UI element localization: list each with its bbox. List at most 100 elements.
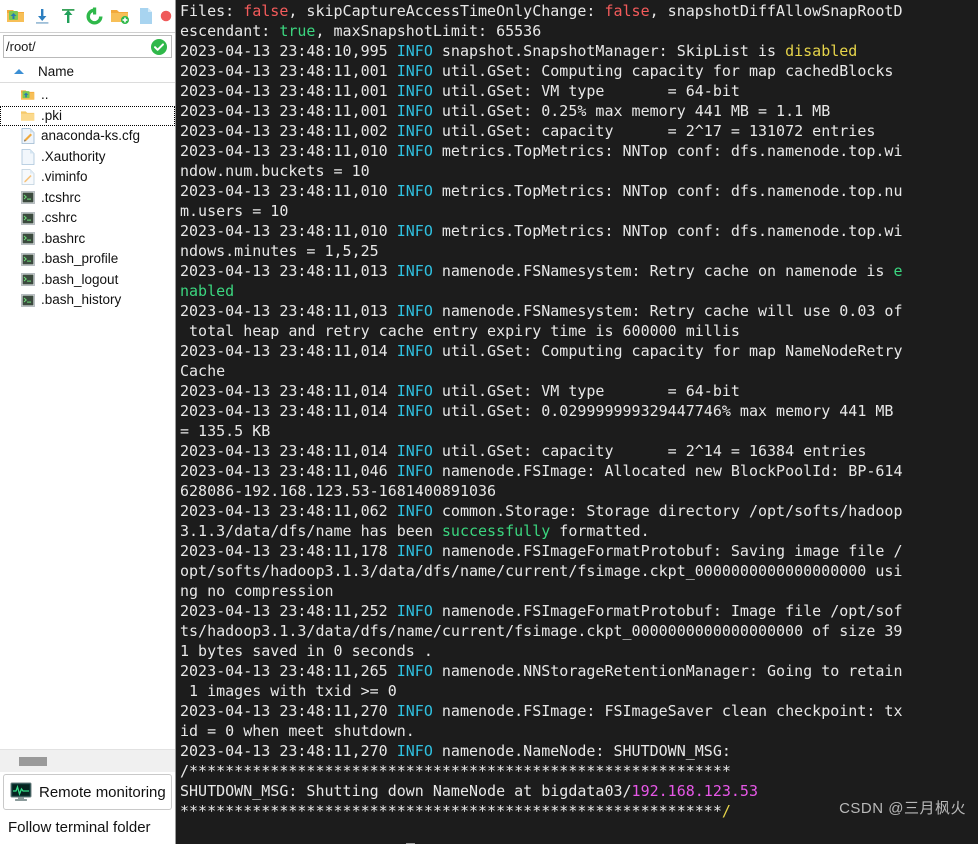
terminal-line: /***************************************…: [180, 761, 978, 781]
terminal-text: INFO: [396, 402, 433, 420]
file-list-item[interactable]: anaconda-ks.cfg: [0, 126, 175, 147]
terminal-text: INFO: [396, 342, 433, 360]
terminal-line: 2023-04-13 23:48:11,014 INFO util.GSet: …: [180, 441, 978, 461]
terminal-text: INFO: [396, 742, 433, 760]
terminal-text: 2023-04-13 23:48:11,270: [180, 742, 397, 760]
terminal-line: 2023-04-13 23:48:10,995 INFO snapshot.Sn…: [180, 41, 978, 61]
terminal-text: namenode.FSImageFormatProtobuf: Saving i…: [432, 542, 903, 560]
file-list-item[interactable]: .bashrc: [0, 229, 175, 250]
terminal-text: INFO: [396, 442, 433, 460]
file-list-item-label: .bash_profile: [41, 251, 119, 267]
remote-monitoring-button[interactable]: Remote monitoring: [3, 774, 172, 810]
new-folder-icon[interactable]: [108, 4, 132, 28]
terminal-text: namenode.FSImage: FSImageSaver clean che…: [432, 702, 903, 720]
follow-terminal-folder-button[interactable]: Follow terminal folder: [0, 810, 175, 844]
new-file-icon[interactable]: [134, 4, 158, 28]
refresh-icon[interactable]: [82, 4, 106, 28]
file-list-item[interactable]: .bash_history: [0, 290, 175, 311]
terminal-text: 2023-04-13 23:48:11,014: [180, 382, 397, 400]
parent-folder-icon[interactable]: [4, 4, 28, 28]
file-list-item-label: .viminfo: [41, 169, 88, 185]
terminal-text: INFO: [396, 62, 433, 80]
file-list-item[interactable]: .pki: [0, 105, 175, 126]
terminal-text: 2023-04-13 23:48:11,010: [180, 222, 397, 240]
terminal-text: metrics.TopMetrics: NNTop conf: dfs.name…: [432, 182, 903, 200]
sidebar-footer: Remote monitoring Follow terminal folder: [0, 772, 175, 844]
file-list-item[interactable]: .Xauthority: [0, 147, 175, 168]
terminal-text: util.GSet: 0.25% max memory 441 MB = 1.1…: [432, 102, 831, 120]
file-list-item[interactable]: .cshrc: [0, 208, 175, 229]
terminal-text: , skipCaptureAccessTimeOnlyChange:: [288, 2, 605, 20]
terminal-text: INFO: [396, 302, 433, 320]
terminal-line: Cache: [180, 361, 978, 381]
file-list-item-label: .cshrc: [41, 210, 78, 226]
file-list-item[interactable]: .bash_profile: [0, 249, 175, 270]
file-list-item[interactable]: .bash_logout: [0, 270, 175, 291]
terminal-top-edge: [316, 0, 876, 3]
terminal-text: 2023-04-13 23:48:11,046: [180, 462, 397, 480]
terminal-line: 2023-04-13 23:48:11,252 INFO namenode.FS…: [180, 601, 978, 621]
terminal-text: INFO: [396, 662, 433, 680]
terminal-text: escendant:: [180, 22, 280, 40]
terminal-line: 2023-04-13 23:48:11,014 INFO util.GSet: …: [180, 381, 978, 401]
script-file-icon: [20, 272, 36, 288]
terminal-text: INFO: [396, 82, 433, 100]
terminal-text: namenode.NameNode: SHUTDOWN_MSG:: [432, 742, 731, 760]
terminal-panel[interactable]: Files: false, skipCaptureAccessTimeOnlyC…: [176, 0, 978, 844]
file-list-item-label: .tcshrc: [41, 189, 81, 205]
script-file-icon: [20, 190, 36, 206]
terminal-line: 2023-04-13 23:48:11,001 INFO util.GSet: …: [180, 61, 978, 81]
terminal-text: 2023-04-13 23:48:11,252: [180, 602, 397, 620]
terminal-line: ndows.minutes = 1,5,25: [180, 241, 978, 261]
file-browser-toolbar: [0, 0, 175, 33]
terminal-text: util.GSet: Computing capacity for map Na…: [432, 342, 903, 360]
terminal-text: snapshot.SnapshotManager: SkipList is: [432, 42, 786, 60]
terminal-text: Cache: [180, 362, 226, 380]
terminal-line: 2023-04-13 23:48:11,062 INFO common.Stor…: [180, 501, 978, 521]
sftp-file-browser-panel: /root/ Name .. .pki anaconda-ks.cfg .Xautho…: [0, 0, 176, 844]
script-file-icon: [20, 231, 36, 247]
path-bar-container: /root/: [0, 33, 175, 61]
file-list-item[interactable]: .tcshrc: [0, 188, 175, 209]
download-icon[interactable]: [30, 4, 54, 28]
terminal-text: 1 images with txid >= 0: [180, 682, 397, 700]
file-list-item-label: .bash_history: [41, 292, 122, 308]
file-list-item-label: .bash_logout: [41, 271, 119, 287]
terminal-text: false: [604, 2, 650, 20]
terminal-line: ndow.num.buckets = 10: [180, 161, 978, 181]
delete-icon[interactable]: [160, 4, 172, 28]
file-list-item[interactable]: .viminfo: [0, 167, 175, 188]
terminal-text: metrics.TopMetrics: NNTop conf: dfs.name…: [432, 142, 903, 160]
script-file-icon: [20, 251, 36, 267]
column-header-name[interactable]: Name: [38, 64, 74, 79]
terminal-text: INFO: [396, 42, 433, 60]
file-list-item[interactable]: ..: [0, 85, 175, 106]
terminal-text: 3.1.3/data/dfs/name has been: [180, 522, 442, 540]
horizontal-scrollbar-thumb[interactable]: [19, 756, 47, 766]
terminal-text: nabled: [180, 282, 235, 300]
terminal-text: INFO: [396, 462, 433, 480]
terminal-text: ndows.minutes = 1,5,25: [180, 242, 379, 260]
file-list-item-label: .pki: [41, 107, 63, 123]
terminal-text: 2023-04-13 23:48:11,014: [180, 402, 397, 420]
terminal-line: 2023-04-13 23:48:11,001 INFO util.GSet: …: [180, 101, 978, 121]
terminal-text: ndow.num.buckets = 10: [180, 162, 370, 180]
terminal-text: common.Storage: Storage directory /opt/s…: [432, 502, 903, 520]
app-root: /root/ Name .. .pki anaconda-ks.cfg .Xautho…: [0, 0, 978, 844]
folder-icon: [20, 108, 36, 124]
terminal-text: 2023-04-13 23:48:11,001: [180, 82, 397, 100]
path-input[interactable]: /root/: [6, 36, 150, 57]
terminal-text: 2023-04-13 23:48:11,010: [180, 182, 397, 200]
upload-icon[interactable]: [56, 4, 80, 28]
terminal-text: 2023-04-13 23:48:11,001: [180, 102, 397, 120]
script-file-icon: [20, 292, 36, 308]
file-list-item-label: .bashrc: [41, 230, 86, 246]
horizontal-scrollbar[interactable]: [0, 749, 175, 772]
terminal-line: 2023-04-13 23:48:11,270 INFO namenode.FS…: [180, 701, 978, 721]
blank-file-icon: [20, 148, 36, 165]
path-bar[interactable]: /root/: [3, 35, 172, 58]
terminal-text: ****************************************…: [180, 802, 722, 820]
terminal-text: successfully: [441, 522, 551, 540]
sort-ascending-icon[interactable]: [14, 69, 24, 74]
